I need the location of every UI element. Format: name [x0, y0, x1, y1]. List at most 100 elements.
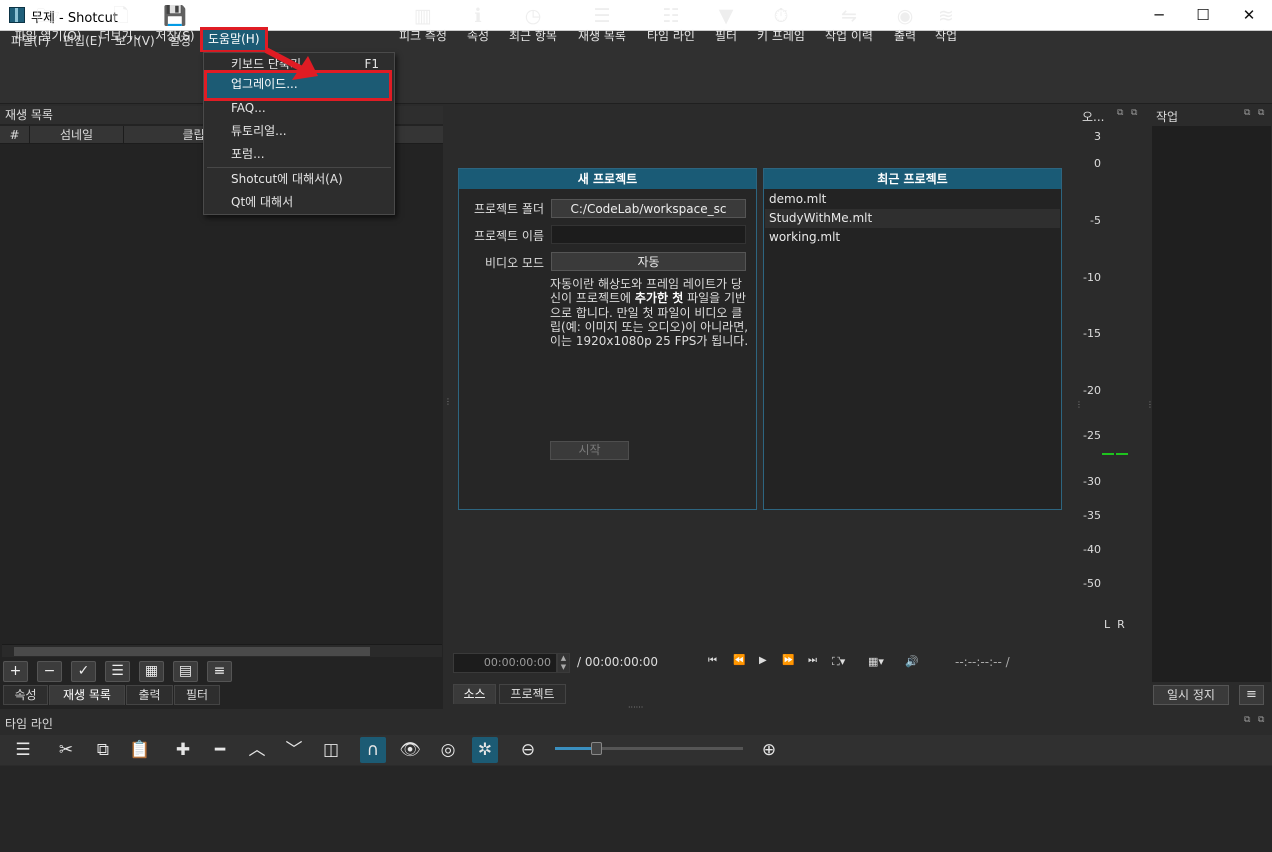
column-thumbnail[interactable]: 섬네일 — [30, 126, 124, 144]
recent-project-item[interactable]: working.mlt — [765, 228, 1060, 247]
tab-source[interactable]: 소스 — [453, 684, 496, 704]
splitter-handle[interactable]: ⋮ — [444, 398, 452, 406]
video-mode-select[interactable]: 자동 — [551, 252, 746, 271]
timeline-button[interactable]: ☷ 타임 라인 — [641, 4, 701, 50]
project-folder-button[interactable]: C:/CodeLab/workspace_sc — [551, 199, 746, 218]
menu-item-about-shotcut[interactable]: Shotcut에 대해서(A) — [204, 168, 394, 191]
playlist-icons-view-button[interactable]: ▤ — [173, 661, 198, 682]
file-add-icon: 🗋 — [113, 5, 129, 27]
volume-icon[interactable]: 🔊 — [905, 655, 919, 668]
minimize-button[interactable]: ─ — [1136, 0, 1182, 31]
ripple-target-icon[interactable]: ◎ — [435, 737, 461, 763]
rewind-icon[interactable]: ⏪ — [733, 655, 745, 666]
info-icon: i — [474, 5, 482, 27]
recent-project-item[interactable]: demo.mlt — [765, 190, 1060, 209]
main-toolbar — [0, 52, 1272, 104]
timeline-menu-icon[interactable]: ☰ — [10, 737, 36, 763]
close-button[interactable]: ✕ — [1226, 0, 1272, 31]
playlist-details-view-button[interactable]: ☰ — [105, 661, 130, 682]
history-button[interactable]: ⇋ 작업 이력 — [819, 4, 879, 50]
tab-export[interactable]: 출력 — [126, 685, 173, 705]
timecode-input[interactable]: 00:00:00:00 — [453, 653, 557, 673]
zoom-slider-knob[interactable] — [591, 742, 602, 755]
close-panel-icon[interactable]: ⧉ — [1258, 108, 1264, 118]
meter-tick: -50 — [1083, 577, 1101, 590]
zoom-fit-icon[interactable]: ⛶▾ — [832, 655, 845, 669]
tab-project[interactable]: 프로젝트 — [499, 684, 566, 704]
overwrite-icon[interactable]: ﹀ — [281, 737, 307, 763]
append-icon[interactable]: ✚ — [170, 737, 196, 763]
playlist-scrollbar[interactable] — [2, 644, 442, 657]
tab-properties[interactable]: 속성 — [3, 685, 48, 705]
zoom-out-icon[interactable]: ⊖ — [515, 737, 541, 763]
menu-item-forum[interactable]: 포럼... — [204, 143, 394, 166]
menu-item-tutorials[interactable]: 튜토리얼... — [204, 120, 394, 143]
jobs-menu-button[interactable]: ≡ — [1239, 685, 1264, 705]
properties-button[interactable]: i 속성 — [462, 4, 494, 50]
scrollbar-thumb[interactable] — [14, 647, 370, 656]
meter-tick: -40 — [1083, 543, 1101, 556]
project-name-input[interactable] — [551, 225, 746, 244]
lift-icon[interactable]: ︿ — [244, 737, 270, 763]
playlist-update-button[interactable]: ✓ — [71, 661, 96, 682]
start-button[interactable]: 시작 — [550, 441, 629, 460]
ripple-all-tracks-icon[interactable]: ✲ — [472, 737, 498, 763]
float-icon[interactable]: ⧉ — [1244, 715, 1250, 725]
grid-icon[interactable]: ▦▾ — [868, 655, 884, 668]
cut-icon[interactable]: ✂ — [53, 737, 79, 763]
export-button[interactable]: ◉ 출력 — [888, 4, 922, 50]
keyframes-button[interactable]: ⏱ 키 프레임 — [751, 4, 811, 50]
peak-indicator-right — [1116, 453, 1128, 455]
menu-help[interactable]: 도움말(H) — [200, 27, 268, 53]
zoom-slider[interactable] — [555, 742, 743, 755]
jobs-list — [1152, 126, 1271, 682]
zoom-in-icon[interactable]: ⊕ — [756, 737, 782, 763]
audio-meter-panel: 오... ⧉ ⧉ 3 0 -5 -10 -15 -20 -25 -30 -35 … — [1075, 106, 1147, 709]
project-name-label: 프로젝트 이름 — [473, 229, 544, 243]
timecode-spinner[interactable]: ▲ ▼ — [557, 653, 570, 673]
tab-playlist[interactable]: 재생 목록 — [49, 685, 125, 705]
playlist-button[interactable]: ☰ 재생 목록 — [572, 4, 632, 50]
copy-icon[interactable]: ⧉ — [90, 737, 116, 763]
menu-item-about-qt[interactable]: Qt에 대해서 — [204, 191, 394, 214]
video-mode-description: 자동이란 해상도와 프레임 레이트가 당신이 프로젝트에 추가한 첫 파일을 기… — [550, 277, 749, 349]
close-panel-icon[interactable]: ⧉ — [1258, 715, 1264, 725]
float-icon[interactable]: ⧉ — [1244, 108, 1250, 118]
maximize-button[interactable]: ☐ — [1180, 0, 1226, 31]
meter-tick: -15 — [1083, 327, 1101, 340]
playlist-menu-button[interactable]: ≡ — [207, 661, 232, 682]
fast-forward-icon[interactable]: ⏩ — [782, 655, 794, 666]
paste-icon[interactable]: 📋 — [127, 737, 153, 763]
close-panel-icon[interactable]: ⧉ — [1131, 108, 1137, 118]
splitter-handle[interactable]: ⋮ — [1146, 400, 1154, 409]
float-icon[interactable]: ⧉ — [1117, 108, 1123, 118]
column-index[interactable]: # — [0, 126, 30, 144]
filters-button[interactable]: ▼ 필터 — [709, 4, 743, 50]
pause-jobs-button[interactable]: 일시 정지 — [1153, 685, 1229, 705]
scrub-eye-icon[interactable]: 👁 — [397, 737, 423, 763]
splitter-handle[interactable]: ⋮ — [1075, 400, 1083, 409]
more-button[interactable]: 🗋 더보기⌄ — [98, 4, 144, 50]
playlist-add-button[interactable]: + — [3, 661, 28, 682]
save-button[interactable]: 💾 저장(S) — [152, 4, 198, 50]
remove-icon[interactable]: ━ — [207, 737, 233, 763]
recent-project-item[interactable]: StudyWithMe.mlt — [765, 209, 1060, 228]
timeline-tracks-area[interactable] — [0, 766, 1272, 852]
skip-previous-icon[interactable]: ⏮ — [708, 655, 717, 666]
peak-meter-button[interactable]: ▥ 피크 측정 — [394, 4, 452, 50]
recent-button[interactable]: ◷ 최근 항목 — [503, 4, 563, 50]
database-icon: ≋ — [938, 5, 954, 27]
tab-filters[interactable]: 필터 — [174, 685, 220, 705]
stopwatch-icon: ⏱ — [773, 5, 789, 27]
snap-magnet-icon[interactable]: ∩ — [360, 737, 386, 763]
jobs-button[interactable]: ≋ 작업 — [929, 4, 963, 50]
splitter-handle[interactable]: ······ — [628, 703, 643, 712]
open-file-button[interactable]: 🗁 파일 열기(O) — [8, 4, 88, 50]
peak-meter-icon: ▥ — [414, 5, 432, 27]
playlist-remove-button[interactable]: − — [37, 661, 62, 682]
timeline-title: 타임 라인 — [5, 717, 53, 731]
skip-next-icon[interactable]: ⏭ — [808, 655, 817, 666]
split-icon[interactable]: ◫ — [318, 737, 344, 763]
play-icon[interactable]: ▶ — [759, 655, 767, 666]
playlist-tiles-view-button[interactable]: ▦ — [139, 661, 164, 682]
